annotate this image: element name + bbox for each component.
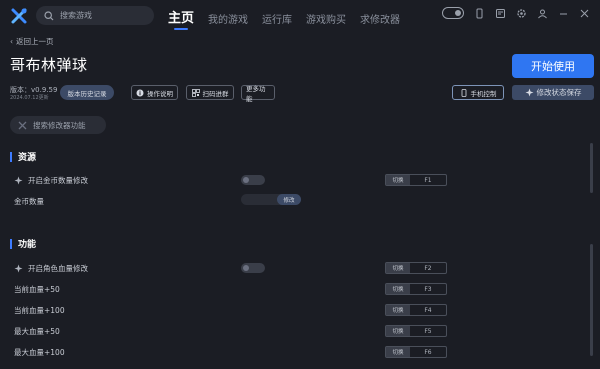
save-state-button[interactable]: 修改状态保存 (512, 85, 594, 100)
scan-group-button[interactable]: 扫码进群 (186, 85, 234, 100)
nav-runtime[interactable]: 运行库 (262, 11, 292, 26)
save-label: 修改状态保存 (536, 88, 582, 97)
manual-label: 操作说明 (147, 89, 173, 98)
main-nav: 主页 我的游戏 运行库 游戏购买 求修改器 (168, 6, 400, 30)
minimize-icon[interactable] (558, 8, 569, 19)
version-history-button[interactable]: 版本历史记录 (60, 85, 114, 100)
row-text: 最大血量+100 (14, 348, 65, 357)
hotkey-key: F1 (424, 176, 432, 184)
sparkle-icon (14, 264, 23, 273)
nav-my-games[interactable]: 我的游戏 (208, 11, 248, 26)
row-label-hp-plus-100: 当前血量+100 (14, 305, 65, 316)
row-text: 当前血量+50 (14, 285, 60, 294)
row-text: 开启金币数量修改 (28, 176, 88, 185)
hotkey-f5[interactable]: 切换 F5 (385, 325, 447, 337)
nav-home[interactable]: 主页 (168, 7, 194, 30)
more-label: 更多功能 (246, 84, 266, 103)
section-title-resources: 资源 (10, 150, 36, 163)
hotkey-mode: 切换 (386, 284, 410, 294)
app-logo-icon (10, 7, 28, 25)
message-icon[interactable] (495, 8, 506, 19)
info-icon (136, 89, 144, 96)
window-controls (442, 6, 590, 20)
hotkey-mode: 切换 (386, 175, 410, 185)
row-text: 开启角色血量修改 (28, 264, 88, 273)
row-text: 最大血量+50 (14, 327, 60, 336)
gold-modify-button[interactable]: 修改 (277, 194, 301, 205)
scrollbar-resources[interactable] (590, 143, 593, 193)
game-title: 哥布林弹球 (10, 56, 88, 74)
hotkey-f4[interactable]: 切换 F4 (385, 304, 447, 316)
sparkle-icon (14, 176, 23, 185)
phone-icon[interactable] (474, 8, 485, 19)
user-icon[interactable] (537, 8, 548, 19)
scrollbar-functions[interactable] (590, 244, 593, 356)
theme-toggle-icon[interactable] (442, 7, 464, 19)
search-icon (44, 10, 54, 20)
row-label-maxhp-plus-50: 最大血量+50 (14, 326, 60, 337)
manual-button[interactable]: 操作说明 (131, 85, 178, 100)
phone-icon (461, 88, 466, 97)
nav-buy-games[interactable]: 游戏购买 (306, 11, 346, 26)
section-title-functions: 功能 (10, 237, 36, 250)
hotkey-key: F3 (424, 285, 432, 293)
nav-request-trainer[interactable]: 求修改器 (360, 11, 400, 26)
row-text: 金币数量 (14, 197, 44, 206)
hp-toggle-switch[interactable] (241, 263, 265, 273)
gold-toggle-switch[interactable] (241, 175, 265, 185)
game-search-input[interactable]: 搜索游戏 (36, 6, 154, 25)
row-label-hp-toggle: 开启角色血量修改 (14, 263, 88, 274)
more-features-button[interactable]: 更多功能 (241, 84, 275, 103)
hotkey-key: F5 (424, 327, 432, 335)
update-date: 2024.07.12更新 (10, 95, 49, 101)
hotkey-mode: 切换 (386, 263, 410, 273)
chevron-left-icon: ‹ (10, 37, 13, 46)
row-label-hp-plus-50: 当前血量+50 (14, 284, 60, 295)
hotkey-key: F6 (424, 348, 432, 356)
hotkey-mode: 切换 (386, 326, 410, 336)
tools-icon (18, 121, 27, 129)
hotkey-f6[interactable]: 切换 F6 (385, 346, 447, 358)
back-link[interactable]: ‹ 返回上一页 (10, 36, 54, 47)
hotkey-mode: 切换 (386, 347, 410, 357)
row-text: 当前血量+100 (14, 306, 65, 315)
phone-control-button[interactable]: 手机控制 (452, 85, 504, 100)
qrcode-icon (191, 88, 200, 97)
back-label: 返回上一页 (16, 37, 54, 46)
hotkey-key: F4 (424, 306, 432, 314)
scan-label: 扫码进群 (202, 89, 229, 98)
close-icon[interactable] (579, 8, 590, 19)
feature-search-placeholder: 搜索修改器功能 (33, 120, 86, 130)
sparkle-icon (525, 88, 533, 97)
row-label-gold-toggle: 开启金币数量修改 (14, 175, 88, 186)
start-button[interactable]: 开始使用 (512, 54, 594, 78)
row-label-maxhp-plus-100: 最大血量+100 (14, 347, 65, 358)
feature-search-input[interactable]: 搜索修改器功能 (10, 116, 106, 134)
gear-icon[interactable] (516, 8, 527, 19)
hotkey-f3[interactable]: 切换 F3 (385, 283, 447, 295)
phone-label: 手机控制 (470, 89, 497, 98)
hotkey-f2[interactable]: 切换 F2 (385, 262, 447, 274)
hotkey-f1[interactable]: 切换 F1 (385, 174, 447, 186)
hotkey-key: F2 (424, 264, 432, 272)
row-label-gold-amount: 金币数量 (14, 196, 44, 207)
search-placeholder: 搜索游戏 (60, 11, 92, 20)
hotkey-mode: 切换 (386, 305, 410, 315)
